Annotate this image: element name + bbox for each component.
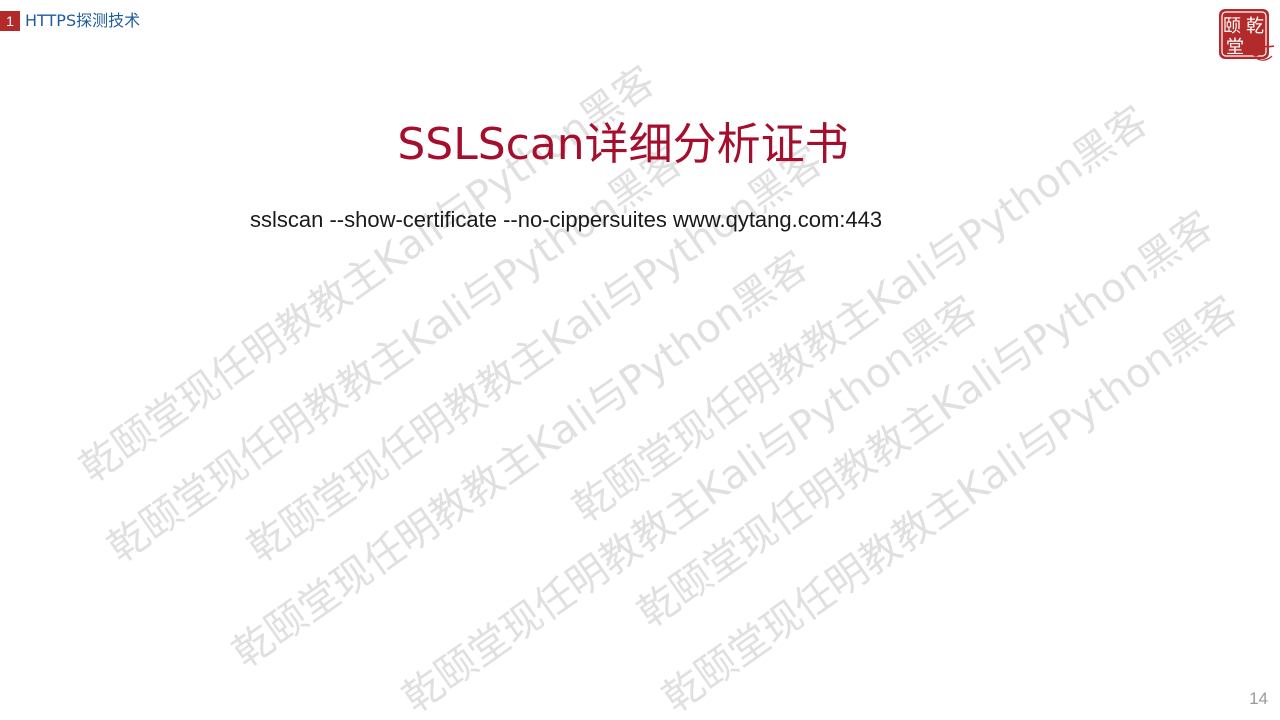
qiantang-seal-logo: 颐 乾 堂 [1219,9,1275,61]
watermark-text: 乾颐堂现任明教教主Kali与Python黑客 [224,242,817,677]
watermark-text: 乾颐堂现任明教教主Kali与Python黑客 [629,202,1222,637]
seal-char-3: 堂 [1226,37,1244,58]
section-title: HTTPS探测技术 [25,11,141,30]
page-number: 14 [1249,689,1268,708]
seal-char-2: 乾 [1246,16,1264,37]
watermark-text: 乾颐堂现任明教教主Kali与Python黑客 [394,287,987,720]
section-tag: 1 HTTPS探测技术 [0,11,140,31]
slide: 乾颐堂现任明教教主Kali与Python黑客 乾颐堂现任明教教主Kali与Pyt… [0,0,1280,720]
watermark-text: 乾颐堂现任明教教主Kali与Python黑客 [99,137,692,572]
command-text: sslscan --show-certificate --no-cippersu… [250,207,883,232]
slide-title: SSLScan详细分析证书 [397,119,849,170]
section-number-badge: 1 [0,11,20,31]
watermark-layer: 乾颐堂现任明教教主Kali与Python黑客 乾颐堂现任明教教主Kali与Pyt… [0,0,1280,720]
seal-char-1: 颐 [1223,16,1241,37]
watermark-text: 乾颐堂现任明教教主Kali与Python黑客 [239,137,832,572]
watermark-text: 乾颐堂现任明教教主Kali与Python黑客 [654,287,1247,720]
